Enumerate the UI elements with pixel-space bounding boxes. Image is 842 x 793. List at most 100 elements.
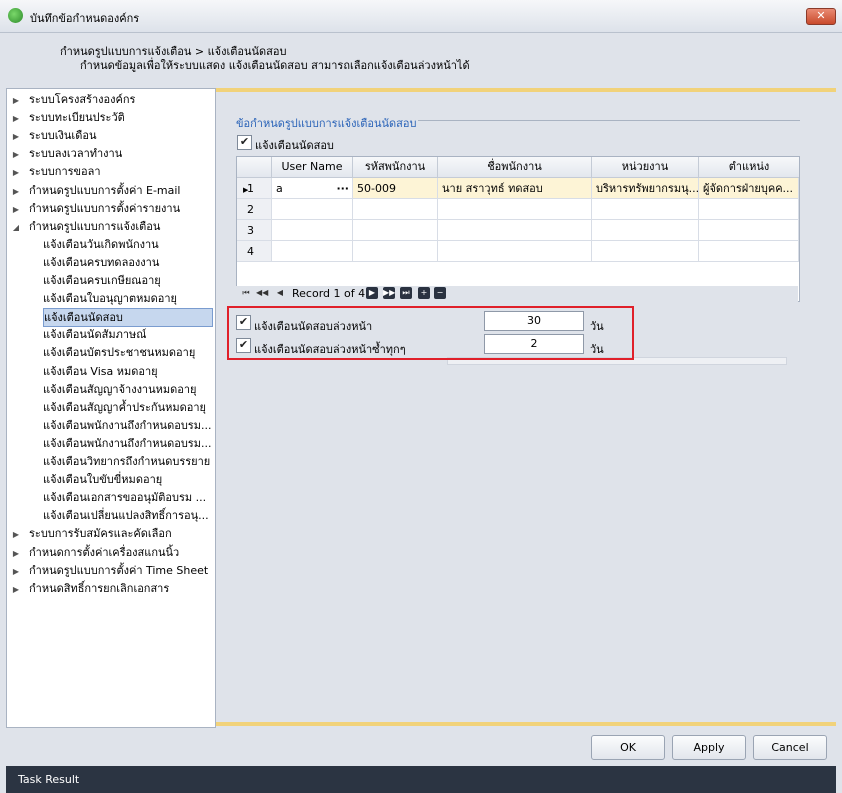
- tree-item-group[interactable]: ▶ ระบบการรับสมัครและคัดเลือก: [9, 525, 172, 542]
- tree-item-child[interactable]: แจ้งเตือนเอกสารขออนุมัติอบรม ...: [43, 489, 206, 506]
- expand-toggle-icon[interactable]: ▶: [9, 92, 23, 109]
- grid-cell-dept[interactable]: [592, 199, 699, 220]
- expand-toggle-icon[interactable]: ▶: [9, 201, 23, 218]
- tree-item-group[interactable]: ▶ ระบบการขอลา: [9, 163, 101, 180]
- grid-cell-dept[interactable]: [592, 220, 699, 241]
- grid-cell-pos[interactable]: [699, 241, 799, 262]
- last-record-icon[interactable]: ⏭: [400, 287, 412, 299]
- add-record-icon[interactable]: +: [418, 287, 430, 299]
- tree-item-group[interactable]: ▶ กำหนดการตั้งค่าเครื่องสแกนนิ้ว: [9, 544, 179, 561]
- grid-cell-code[interactable]: [353, 199, 438, 220]
- grid-header-position[interactable]: ตำแหน่ง: [699, 157, 799, 178]
- enable-checkbox[interactable]: ✔: [237, 135, 252, 150]
- expand-toggle-icon[interactable]: ◢: [9, 219, 23, 236]
- tree-item-label: แจ้งเตือนครบเกษียณอายุ: [43, 274, 161, 287]
- tree-item-child[interactable]: แจ้งเตือนพนักงานถึงกำหนดอบรม...: [43, 417, 211, 434]
- tree-item-child[interactable]: แจ้งเตือนวิทยากรถึงกำหนดบรรยาย: [43, 453, 210, 470]
- tree-item-child[interactable]: แจ้งเตือนบัตรประชาชนหมดอายุ: [43, 344, 195, 361]
- tree-item-child[interactable]: แจ้งเตือนครบเกษียณอายุ: [43, 272, 161, 289]
- expand-toggle-icon[interactable]: ▶: [9, 183, 23, 200]
- tree-item-group[interactable]: ▶ ระบบทะเบียนประวัติ: [9, 109, 125, 126]
- grid-cell-username[interactable]: [272, 199, 353, 220]
- grid-header-department[interactable]: หน่วยงาน: [592, 157, 699, 178]
- tree-item-group[interactable]: ▶ ระบบลงเวลาทำงาน: [9, 145, 122, 162]
- previous-page-icon[interactable]: ◀◀: [256, 287, 268, 299]
- tree-item-child[interactable]: แจ้งเตือนใบอนุญาตหมดอายุ: [43, 290, 177, 307]
- tree-item-group[interactable]: ▶ กำหนดรูปแบบการตั้งค่า E-mail: [9, 182, 181, 200]
- grid-cell-name[interactable]: [438, 199, 592, 220]
- group-divider: [418, 120, 800, 121]
- expand-toggle-icon[interactable]: ▶: [9, 146, 23, 163]
- close-button[interactable]: ✕: [806, 8, 836, 25]
- tree-item-group[interactable]: ▶ ระบบโครงสร้างองค์กร: [9, 91, 135, 108]
- tree-item-group[interactable]: ◢ กำหนดรูปแบบการแจ้งเตือน: [9, 218, 160, 235]
- grid-cell-dept[interactable]: [592, 241, 699, 262]
- grid-row-indicator[interactable]: ▶ 1: [237, 178, 272, 199]
- tree-item-child[interactable]: แจ้งเตือนเปลี่ยนแปลงสิทธิ์การอนุ...: [43, 507, 209, 524]
- record-navigator: ⏮ ◀◀ ◀ Record 1 of 4 ▶ ▶▶ ⏭ + −: [236, 286, 798, 302]
- ok-button[interactable]: OK: [591, 735, 665, 760]
- grid-row-indicator[interactable]: 4: [237, 241, 272, 262]
- expand-toggle-icon[interactable]: ▶: [9, 164, 23, 181]
- next-page-icon[interactable]: ▶▶: [383, 287, 395, 299]
- grid-cell-dept[interactable]: บริหารทรัพยากรมนุ...: [592, 178, 699, 199]
- grid-header-employee-code[interactable]: รหัสพนักงาน: [353, 157, 438, 178]
- grid-cell-name[interactable]: [438, 220, 592, 241]
- advance-checkbox[interactable]: ✔: [236, 315, 251, 330]
- tree-item-child[interactable]: แจ้งเตือนนัดสัมภาษณ์: [43, 326, 146, 343]
- next-record-icon[interactable]: ▶: [366, 287, 378, 299]
- repeat-checkbox[interactable]: ✔: [236, 338, 251, 353]
- grid-row-indicator[interactable]: 2: [237, 199, 272, 220]
- user-grid[interactable]: User Name รหัสพนักงาน ชื่อพนักงาน หน่วยง…: [236, 156, 800, 365]
- advance-days-input[interactable]: 30: [484, 311, 584, 331]
- tree-item-child[interactable]: แจ้งเตือนสัญญาค้ำประกันหมดอายุ: [43, 399, 206, 416]
- tree-item-label: แจ้งเตือนนัดสอบ: [44, 311, 123, 325]
- grid-cell-pos[interactable]: [699, 220, 799, 241]
- tree-item-child[interactable]: แจ้งเตือนพนักงานถึงกำหนดอบรม...: [43, 435, 211, 452]
- grid-cell-pos[interactable]: [699, 199, 799, 220]
- grid-cell-code[interactable]: 50-009: [353, 178, 438, 199]
- grid-cell-name[interactable]: นาย สราวุทธ์ ทดสอบ: [438, 178, 592, 199]
- expand-toggle-icon[interactable]: ▶: [9, 128, 23, 145]
- tree-item-group[interactable]: ▶ กำหนดสิทธิ์การยกเลิกเอกสาร: [9, 580, 169, 597]
- repeat-days-input[interactable]: 2: [484, 334, 584, 354]
- grid-cell-code[interactable]: [353, 220, 438, 241]
- grid-header-username[interactable]: User Name: [272, 157, 353, 178]
- grid-cell-username[interactable]: [272, 220, 353, 241]
- enable-label: แจ้งเตือนนัดสอบ: [255, 139, 334, 152]
- grid-cell-username[interactable]: a ···: [272, 178, 353, 199]
- grid-cell-username[interactable]: [272, 241, 353, 262]
- tree-item-child[interactable]: แจ้งเตือนครบทดลองงาน: [43, 254, 159, 271]
- expand-toggle-icon[interactable]: ▶: [9, 545, 23, 562]
- grid-header-employee-name[interactable]: ชื่อพนักงาน: [438, 157, 592, 178]
- tree-item-child[interactable]: แจ้งเตือนสัญญาจ้างงานหมดอายุ: [43, 381, 197, 398]
- grid-cell-code[interactable]: [353, 241, 438, 262]
- grid-row-indicator[interactable]: 3: [237, 220, 272, 241]
- tree-item-child[interactable]: แจ้งเตือนวันเกิดพนักงาน: [43, 236, 159, 253]
- expand-toggle-icon[interactable]: ▶: [9, 526, 23, 543]
- tree-item-group[interactable]: ▶ กำหนดรูปแบบการตั้งค่า Time Sheet: [9, 562, 208, 579]
- tree-item-child[interactable]: แจ้งเตือนนัดสอบ: [43, 308, 213, 328]
- grid-cell-name[interactable]: [438, 241, 592, 262]
- expand-toggle-icon[interactable]: ▶: [9, 110, 23, 127]
- expand-toggle-icon[interactable]: ▶: [9, 581, 23, 598]
- tree-item-child[interactable]: แจ้งเตือน Visa หมดอายุ: [43, 363, 158, 380]
- tree-item-child[interactable]: แจ้งเตือนใบขับขี่หมดอายุ: [43, 471, 162, 488]
- previous-record-icon[interactable]: ◀: [274, 287, 286, 299]
- expand-toggle-icon[interactable]: ▶: [9, 563, 23, 580]
- remove-record-icon[interactable]: −: [434, 287, 446, 299]
- cancel-button[interactable]: Cancel: [753, 735, 827, 760]
- tree-item-group[interactable]: ▶ ระบบเงินเดือน: [9, 127, 97, 145]
- apply-button[interactable]: Apply: [672, 735, 746, 760]
- row-number: 1: [247, 182, 254, 195]
- tree-item-label: แจ้งเตือนพนักงานถึงกำหนดอบรม...: [43, 436, 212, 450]
- settings-tree[interactable]: ▶ ระบบโครงสร้างองค์กร ▶ ระบบทะเบียนประวัติ ▶…: [6, 88, 216, 728]
- username-lookup-button[interactable]: ···: [336, 178, 349, 198]
- tree-item-label: ระบบการขอลา: [29, 165, 101, 179]
- row-number: 3: [247, 224, 254, 237]
- tree-item-label: กำหนดรูปแบบการแจ้งเตือน: [29, 219, 161, 233]
- tree-item-group[interactable]: ▶ กำหนดรูปแบบการตั้งค่ารายงาน: [9, 200, 180, 217]
- status-bar: Task Result: [6, 766, 836, 793]
- first-record-icon[interactable]: ⏮: [240, 287, 252, 299]
- grid-cell-pos[interactable]: ผู้จัดการฝ่ายบุคค...: [699, 178, 799, 199]
